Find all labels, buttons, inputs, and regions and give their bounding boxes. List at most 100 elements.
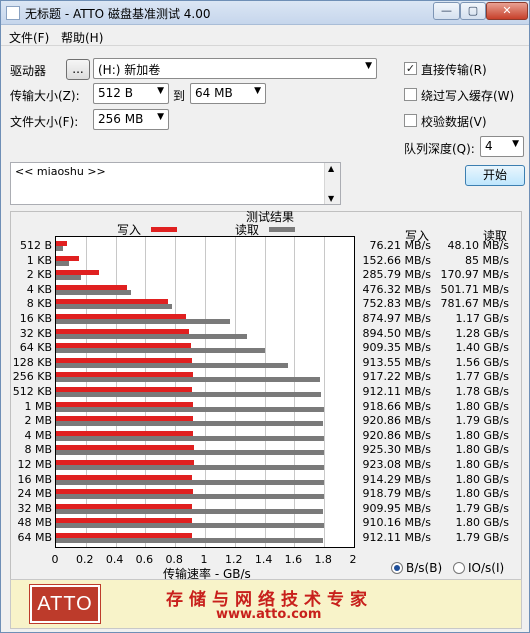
menu-file[interactable]: 文件(F) — [9, 29, 49, 46]
write-value: 752.83 MB/s — [362, 297, 431, 311]
window-title: 无标题 - ATTO 磁盘基准测试 4.00 — [25, 7, 211, 21]
unit-bytes-radio[interactable] — [391, 562, 403, 574]
category-label: 2 KB — [26, 268, 52, 282]
bypass-cache-label: 绕过写入缓存(W) — [421, 89, 515, 103]
file-size-label: 文件大小(F): — [10, 115, 79, 129]
write-value: 476.32 MB/s — [362, 282, 431, 296]
write-value: 918.79 MB/s — [362, 487, 431, 501]
x-tick-label: 0 — [51, 553, 59, 566]
read-bar — [56, 538, 323, 543]
category-label: 2 MB — [24, 414, 52, 428]
category-label: 16 MB — [17, 472, 52, 486]
write-value: 912.11 MB/s — [362, 385, 431, 398]
drive-label: 驱动器 — [10, 64, 47, 78]
read-value: 1.80 GB/s — [455, 458, 510, 471]
read-legend-swatch — [269, 227, 295, 232]
read-bar — [56, 465, 325, 470]
write-value: 912.11 MB/s — [362, 531, 431, 544]
scroll-down-icon[interactable]: ▼ — [328, 194, 334, 203]
unit-iops-radio[interactable] — [453, 562, 465, 574]
category-label: 512 B — [19, 239, 52, 252]
write-value: 152.66 MB/s — [362, 253, 431, 267]
file-size-value: 256 MB — [98, 112, 144, 126]
drive-value: (H:) 新加卷 — [98, 63, 161, 77]
app-window: 无标题 - ATTO 磁盘基准测试 4.00 — ▢ ✕ 文件(F) 帮助(H)… — [0, 0, 530, 633]
read-value: 1.78 GB/s — [455, 385, 510, 398]
x-tick-label: 1.6 — [284, 553, 303, 566]
drive-select[interactable]: (H:) 新加卷 ▼ — [93, 58, 377, 79]
write-value: 920.86 MB/s — [362, 428, 431, 442]
description-text: << miaoshu >> — [15, 165, 106, 178]
description-textarea[interactable]: << miaoshu >> ▲ ▼ — [10, 162, 341, 205]
category-label: 1 KB — [26, 253, 52, 267]
direct-io-checkbox[interactable]: ✓ — [404, 62, 417, 75]
category-label: 32 KB — [19, 326, 52, 340]
banner-url[interactable]: www.atto.com — [216, 607, 321, 622]
category-label: 1 MB — [24, 399, 52, 413]
read-value: 170.97 MB/s — [440, 268, 509, 282]
title-bar[interactable]: 无标题 - ATTO 磁盘基准测试 4.00 — ▢ ✕ — [1, 1, 529, 25]
write-value: 909.95 MB/s — [362, 501, 431, 515]
x-tick-label: 1.4 — [254, 553, 273, 566]
category-label: 8 KB — [26, 297, 52, 311]
write-value: 920.86 MB/s — [362, 414, 431, 428]
x-tick-label: 0.4 — [105, 553, 124, 566]
x-tick-label: 2 — [349, 553, 357, 566]
queue-depth-value: 4 — [485, 139, 493, 153]
x-tick-label: 0.6 — [135, 553, 154, 566]
read-bar — [56, 421, 323, 427]
read-bar — [56, 406, 325, 412]
verify-data-label: 校验数据(V) — [421, 115, 487, 129]
read-bar — [56, 275, 82, 281]
direct-io-label: 直接传输(R) — [421, 63, 487, 77]
read-bar — [56, 377, 320, 383]
read-value: 1.80 GB/s — [455, 472, 510, 486]
category-label: 48 MB — [17, 516, 52, 530]
write-value: 874.97 MB/s — [362, 312, 431, 325]
write-value: 894.50 MB/s — [362, 326, 431, 340]
read-value: 1.28 GB/s — [455, 326, 510, 340]
category-label: 4 KB — [26, 282, 52, 296]
write-value: 76.21 MB/s — [369, 239, 431, 252]
menu-help[interactable]: 帮助(H) — [61, 29, 103, 46]
verify-data-checkbox[interactable] — [404, 114, 417, 127]
description-scrollbar[interactable]: ▲ ▼ — [324, 163, 340, 204]
write-value: 917.22 MB/s — [362, 370, 431, 384]
write-value: 910.16 MB/s — [362, 516, 431, 530]
write-value: 913.55 MB/s — [362, 355, 431, 369]
read-bar — [56, 435, 325, 441]
read-value: 1.80 GB/s — [455, 443, 510, 457]
scroll-up-icon[interactable]: ▲ — [328, 164, 334, 173]
start-button[interactable]: 开始 — [465, 165, 525, 186]
read-value: 1.80 GB/s — [455, 516, 510, 530]
close-button[interactable]: ✕ — [486, 2, 528, 20]
bypass-cache-checkbox[interactable] — [404, 88, 417, 101]
transfer-from-select[interactable]: 512 B ▼ — [93, 83, 169, 104]
read-bar — [56, 289, 131, 295]
read-value: 1.80 GB/s — [455, 399, 510, 413]
category-label: 24 MB — [17, 487, 52, 501]
read-value: 85 MB/s — [465, 253, 509, 267]
read-bar — [56, 319, 231, 324]
transfer-to-select[interactable]: 64 MB ▼ — [190, 83, 266, 104]
category-label: 128 KB — [12, 355, 52, 369]
minimize-button[interactable]: — — [433, 2, 460, 20]
write-value: 923.08 MB/s — [362, 458, 431, 471]
write-value: 285.79 MB/s — [362, 268, 431, 282]
category-label: 512 KB — [12, 385, 52, 398]
category-label: 64 KB — [19, 341, 52, 355]
write-value: 918.66 MB/s — [362, 399, 431, 413]
to-label: 到 — [173, 89, 186, 103]
category-label: 16 KB — [19, 312, 52, 325]
file-size-select[interactable]: 256 MB ▼ — [93, 109, 169, 130]
read-bar — [56, 304, 173, 310]
transfer-to-value: 64 MB — [195, 86, 233, 100]
category-label: 4 MB — [24, 428, 52, 442]
browse-button[interactable]: ... — [66, 59, 90, 80]
read-bar — [56, 348, 265, 354]
maximize-button[interactable]: ▢ — [460, 2, 486, 20]
queue-depth-select[interactable]: 4 ▼ — [480, 136, 524, 157]
read-value: 501.71 MB/s — [440, 282, 509, 296]
chevron-down-icon: ▼ — [512, 139, 519, 149]
read-value: 1.79 GB/s — [455, 501, 510, 515]
